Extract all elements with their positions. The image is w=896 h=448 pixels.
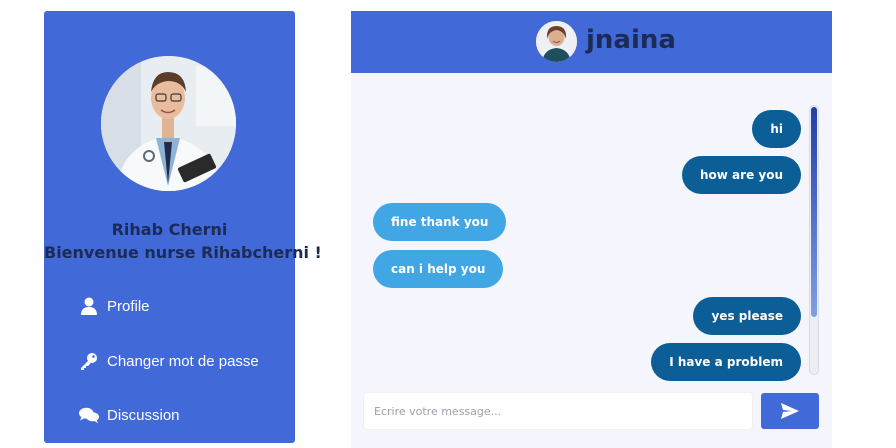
send-icon — [781, 403, 799, 419]
user-icon — [79, 296, 99, 316]
chat-header: jnaina — [351, 11, 832, 73]
comments-icon — [79, 405, 99, 425]
profile-avatar — [101, 56, 236, 191]
contact-avatar — [536, 21, 577, 62]
nav-discussion-label: Discussion — [107, 406, 180, 424]
chat-panel: jnaina hi how are you fine thank you can… — [351, 11, 832, 448]
nav-discussion[interactable]: Discussion — [79, 405, 180, 425]
message-sent: I have a problem — [651, 343, 801, 381]
sidebar: Rihab Cherni Bienvenue nurse Rihabcherni… — [44, 11, 322, 443]
nav-change-password[interactable]: Changer mot de passe — [79, 351, 259, 371]
message-input[interactable] — [363, 392, 753, 430]
message-received: can i help you — [373, 250, 504, 288]
message-received: fine thank you — [373, 203, 507, 241]
message-sent: how are you — [682, 156, 801, 194]
nav-profile[interactable]: Profile — [79, 296, 150, 316]
scrollbar-thumb[interactable] — [811, 107, 817, 317]
nav-profile-label: Profile — [107, 297, 150, 315]
message-list: hi how are you fine thank you can i help… — [351, 73, 832, 383]
key-icon — [79, 351, 99, 371]
contact-name: jnaina — [586, 25, 676, 55]
message-scrollbar[interactable] — [809, 105, 819, 375]
send-button[interactable] — [761, 393, 819, 429]
message-sent: yes please — [693, 297, 801, 335]
message-sent: hi — [752, 110, 801, 148]
user-name: Rihab Cherni — [111, 220, 228, 239]
welcome-message: Bienvenue nurse Rihabcherni ! — [44, 243, 322, 262]
nav-change-password-label: Changer mot de passe — [107, 352, 259, 370]
